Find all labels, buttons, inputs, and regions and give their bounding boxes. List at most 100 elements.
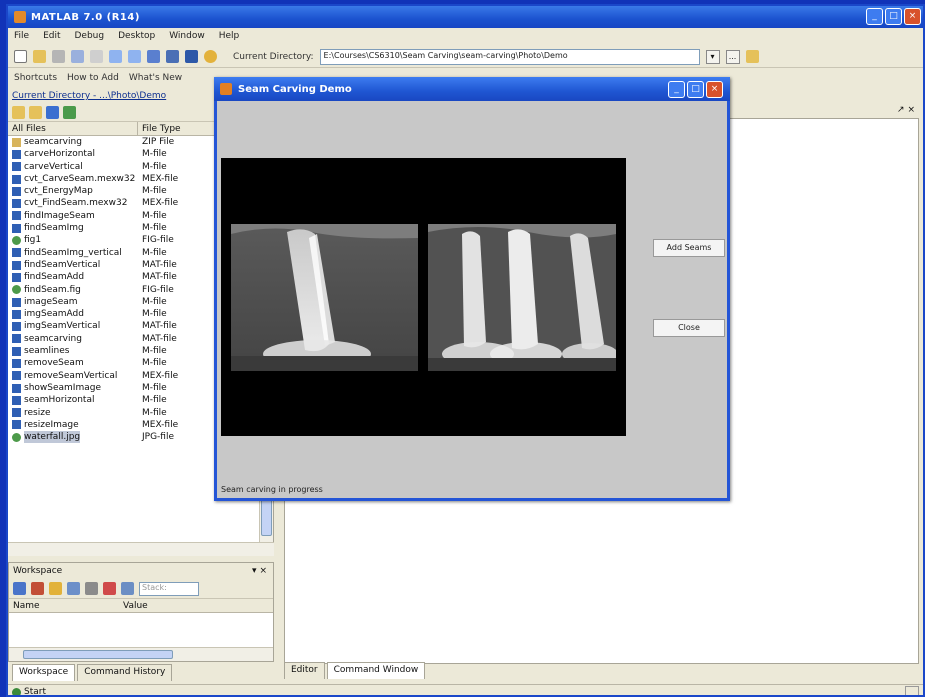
file-name: fig1 [24,235,42,246]
original-waterfall-image [231,224,418,371]
whats-new-link[interactable]: What's New [129,73,182,83]
m-file-icon [12,371,21,381]
file-name: removeSeamVertical [24,370,118,381]
redo-icon[interactable] [128,50,141,63]
cut-icon[interactable] [52,50,65,63]
workspace-panel: Workspace ▾ × Stack: Name Value [8,562,274,662]
start-button[interactable]: Start [24,687,46,695]
command-window-controls[interactable]: ↗ × [897,105,915,115]
column-value[interactable]: Value [119,599,229,612]
file-type: MAT-file [142,321,177,332]
m-file-icon [12,260,21,270]
column-all-files[interactable]: All Files [8,122,138,135]
file-type: M-file [142,407,167,418]
workspace-horizontal-scrollbar[interactable] [9,647,273,661]
current-directory-input[interactable]: E:\Courses\CS6310\Seam Carving\seam-carv… [319,48,700,65]
print-icon[interactable] [85,582,98,595]
copy-icon[interactable] [71,50,84,63]
file-type: M-file [142,395,167,406]
file-name: cvt_FindSeam.mexw32 [24,198,128,209]
file-name: imgSeamAdd [24,309,84,320]
m-file-icon [12,322,21,332]
menu-file[interactable]: File [14,31,29,41]
file-type: MEX-file [142,173,179,184]
file-name: seamcarving [24,137,82,147]
import-data-icon[interactable] [49,582,62,595]
how-to-add-link[interactable]: How to Add [67,73,119,83]
figure-minimize-button[interactable]: _ [668,81,685,98]
file-name: imageSeam [24,296,78,307]
m-file-icon [12,248,21,258]
m-file-icon [12,420,21,430]
guide-icon[interactable] [166,50,179,63]
file-type: FIG-file [142,284,174,295]
m-file-icon [12,174,21,184]
help-icon[interactable] [204,50,217,63]
tab-command-window[interactable]: Command Window [326,662,426,679]
tab-workspace[interactable]: Workspace [12,664,76,681]
close-figure-button[interactable]: Close [653,319,725,337]
minimize-button[interactable]: _ [866,8,883,25]
file-type: M-file [142,346,167,357]
save-workspace-icon[interactable] [67,582,80,595]
new-file-icon[interactable] [14,50,27,63]
menu-help[interactable]: Help [219,31,240,41]
profiler-icon[interactable] [185,50,198,63]
figure-title-bar[interactable]: Seam Carving Demo _ □ × [214,77,730,101]
menu-desktop[interactable]: Desktop [118,31,155,41]
m-file-icon [12,162,21,172]
up-folder-icon[interactable] [745,50,759,63]
file-name: findSeamImg [24,223,84,234]
file-name: seamHorizontal [24,395,95,406]
new-variable-icon[interactable] [13,582,26,595]
paste-icon[interactable] [90,50,103,63]
figure-close-button[interactable]: × [706,81,723,98]
file-name: findSeam.fig [24,284,81,295]
simulink-icon[interactable] [147,50,160,63]
file-type: M-file [142,382,167,393]
find-files-icon[interactable] [46,106,59,119]
tab-command-history[interactable]: Command History [77,664,173,681]
workspace-undock-button[interactable]: ▾ [252,566,257,576]
file-list-horizontal-scrollbar[interactable] [8,542,274,556]
directory-dropdown-button[interactable]: ▾ [705,49,720,64]
workspace-title: Workspace [13,566,63,576]
open-folder-icon[interactable] [33,50,46,63]
menu-debug[interactable]: Debug [75,31,105,41]
m-file-icon [12,383,21,393]
open-variable-icon[interactable] [31,582,44,595]
file-type: MAT-file [142,259,177,270]
file-type: MEX-file [142,370,179,381]
menu-edit[interactable]: Edit [43,31,60,41]
shortcuts-link[interactable]: Shortcuts [14,73,57,83]
file-name: findSeamAdd [24,272,85,283]
close-button[interactable]: × [904,8,921,25]
directory-reports-icon[interactable] [63,106,76,119]
figure-maximize-button[interactable]: □ [687,81,704,98]
parent-folder-icon[interactable] [12,106,25,119]
column-name[interactable]: Name [9,599,119,612]
window-title: MATLAB 7.0 (R14) [31,11,140,23]
menu-bar: File Edit Debug Desktop Window Help [8,28,923,44]
file-name: carveHorizontal [24,149,95,160]
file-type: JPG-file [142,432,175,443]
stack-select[interactable]: Stack: [139,581,199,596]
workspace-close-button[interactable]: × [259,566,267,576]
undo-icon[interactable] [109,50,122,63]
file-type: MEX-file [142,419,179,430]
m-file-icon [12,346,21,356]
add-seams-button[interactable]: Add Seams [653,239,725,257]
browse-button[interactable]: ... [725,49,740,64]
tab-editor[interactable]: Editor [284,662,325,679]
plot-icon[interactable] [121,582,134,595]
new-folder-icon[interactable] [29,106,42,119]
start-icon[interactable] [12,687,21,695]
title-bar[interactable]: MATLAB 7.0 (R14) _ □ × [8,6,923,28]
image-axes [221,158,626,436]
right-tabs: Editor Command Window [284,662,426,682]
delete-icon[interactable] [103,582,116,595]
maximize-button[interactable]: □ [885,8,902,25]
m-file-icon [12,211,21,221]
image-file-icon [12,236,21,246]
menu-window[interactable]: Window [169,31,205,41]
